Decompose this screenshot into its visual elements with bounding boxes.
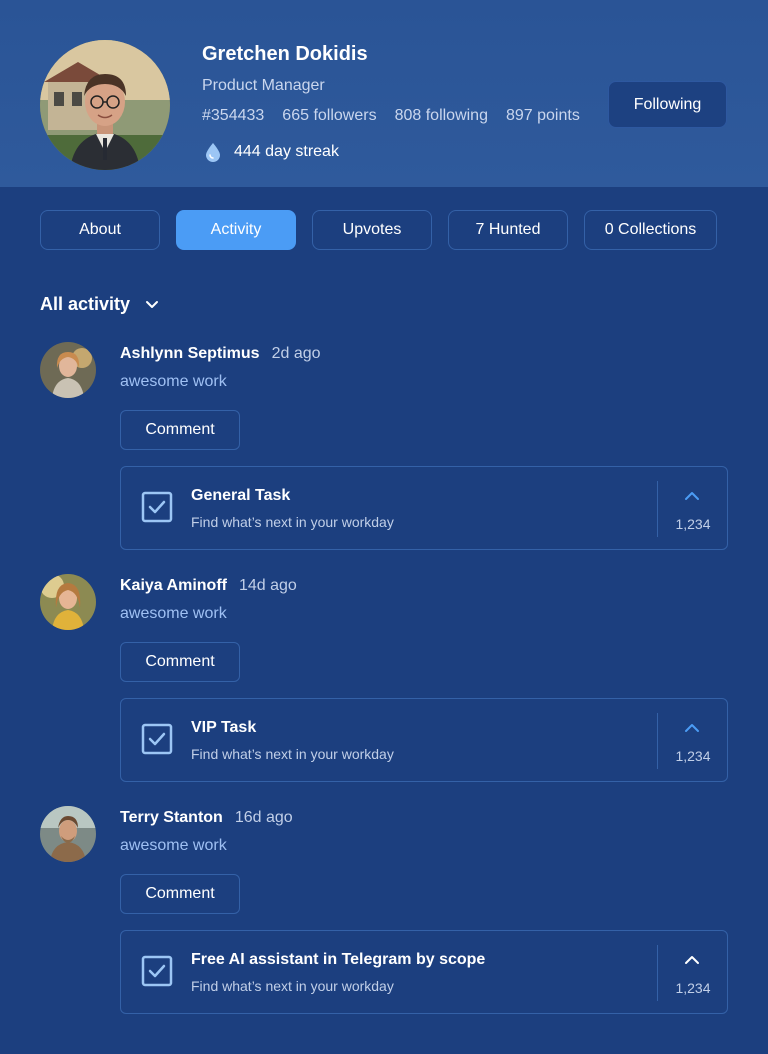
tab-collections[interactable]: 0 Collections xyxy=(584,210,717,250)
checkbox-icon xyxy=(141,491,173,523)
product-card[interactable]: General Task Find what’s next in your wo… xyxy=(120,466,728,550)
chevron-down-icon xyxy=(146,300,159,308)
profile-avatar xyxy=(40,40,170,170)
activity-user-name[interactable]: Ashlynn Septimus xyxy=(120,345,260,363)
followers-count[interactable]: 665 followers xyxy=(282,107,376,125)
tab-upvotes[interactable]: Upvotes xyxy=(312,210,432,250)
product-subtitle: Find what’s next in your workday xyxy=(191,978,394,994)
activity-user-avatar[interactable] xyxy=(40,806,96,862)
activity-user-avatar[interactable] xyxy=(40,342,96,398)
upvote-count: 1,234 xyxy=(675,748,711,764)
comment-button[interactable]: Comment xyxy=(120,410,240,450)
activity-user-avatar[interactable] xyxy=(40,574,96,630)
activity-header: Ashlynn Septimus 2d ago xyxy=(120,345,321,363)
tab-about[interactable]: About xyxy=(40,210,160,250)
comment-button[interactable]: Comment xyxy=(120,874,240,914)
checkbox-icon xyxy=(141,955,173,987)
activity-comment-text: awesome work xyxy=(120,837,227,854)
chevron-up-icon[interactable] xyxy=(684,721,700,733)
tab-hunted[interactable]: 7 Hunted xyxy=(448,210,568,250)
activity-time: 16d ago xyxy=(234,809,293,826)
activity-user-name[interactable]: Terry Stanton xyxy=(120,809,223,827)
checkbox-icon xyxy=(141,723,173,755)
activity-time: 2d ago xyxy=(271,345,321,362)
chevron-up-icon[interactable] xyxy=(684,489,700,501)
activity-filter-label: All activity xyxy=(40,294,131,314)
profile-stats: #354433 665 followers 808 following 897 … xyxy=(202,107,580,125)
card-divider xyxy=(657,713,658,769)
following-button[interactable]: Following xyxy=(608,81,727,128)
activity-header: Terry Stanton 16d ago xyxy=(120,809,293,827)
product-subtitle: Find what’s next in your workday xyxy=(191,746,394,762)
streak: 444 day streak xyxy=(202,141,339,163)
product-card[interactable]: Free AI assistant in Telegram by scope F… xyxy=(120,930,728,1014)
upvote-count: 1,234 xyxy=(675,516,711,532)
product-title[interactable]: Free AI assistant in Telegram by scope xyxy=(191,951,485,969)
streak-label: 444 day streak xyxy=(234,143,339,160)
activity-user-name[interactable]: Kaiya Aminoff xyxy=(120,577,227,595)
profile-name: Gretchen Dokidis xyxy=(202,43,368,65)
activity-filter-dropdown[interactable]: All activity xyxy=(40,294,160,315)
points-count: 897 points xyxy=(505,107,580,124)
following-count[interactable]: 808 following xyxy=(395,107,488,125)
product-title[interactable]: VIP Task xyxy=(191,719,256,737)
activity-comment-text: awesome work xyxy=(120,373,227,390)
card-divider xyxy=(657,945,658,1001)
drop-icon xyxy=(206,143,220,162)
upvote-count: 1,234 xyxy=(675,980,711,996)
chevron-up-icon[interactable] xyxy=(684,953,700,965)
product-card[interactable]: VIP Task Find what’s next in your workda… xyxy=(120,698,728,782)
product-subtitle: Find what’s next in your workday xyxy=(191,514,394,530)
activity-header: Kaiya Aminoff 14d ago xyxy=(120,577,297,595)
product-title[interactable]: General Task xyxy=(191,487,290,505)
activity-comment-text: awesome work xyxy=(120,605,227,622)
profile-id: #354433 xyxy=(202,107,265,124)
profile-header: Gretchen Dokidis Product Manager #354433… xyxy=(0,0,768,187)
activity-time: 14d ago xyxy=(238,577,297,594)
profile-role: Product Manager xyxy=(202,77,325,94)
card-divider xyxy=(657,481,658,537)
comment-button[interactable]: Comment xyxy=(120,642,240,682)
tab-activity[interactable]: Activity xyxy=(176,210,296,250)
